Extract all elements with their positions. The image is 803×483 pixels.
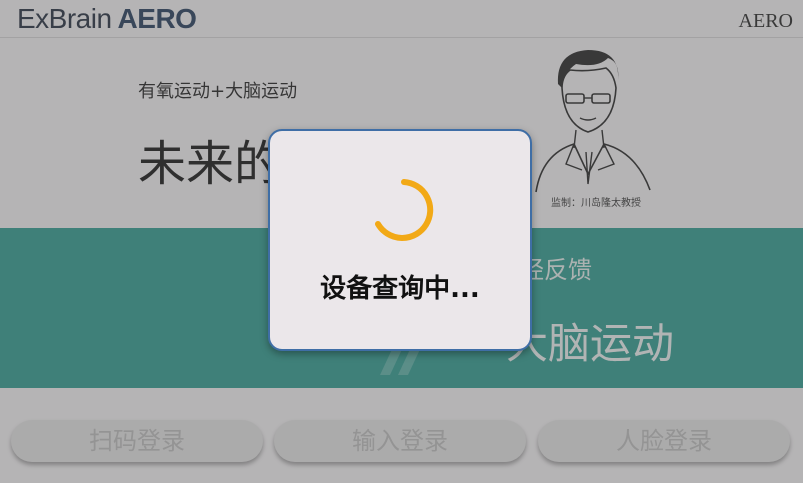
loading-dialog: 设备查询中...: [268, 129, 532, 351]
dialog-message: 设备查询中...: [320, 274, 480, 304]
loading-spinner-icon: [375, 179, 434, 241]
